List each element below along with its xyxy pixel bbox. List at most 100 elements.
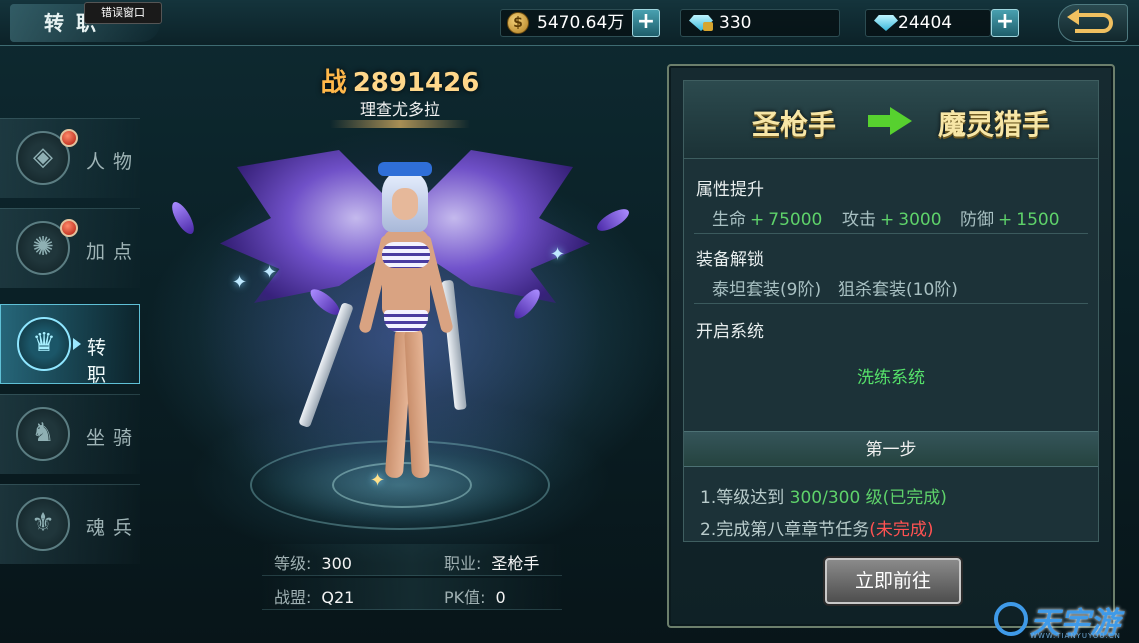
name-ornament bbox=[330, 120, 470, 128]
gold-coin-icon: $ bbox=[507, 12, 529, 34]
back-button[interactable] bbox=[1058, 4, 1128, 42]
add-gold-button[interactable]: + bbox=[632, 9, 660, 37]
attribute-section-title: 属性提升 bbox=[696, 180, 764, 200]
character-leg bbox=[404, 327, 430, 479]
divider bbox=[694, 303, 1088, 304]
attr-plus: + bbox=[880, 210, 895, 230]
sparkle: ✦ bbox=[232, 272, 248, 293]
attr-name: 防御 bbox=[960, 210, 994, 230]
diamond-icon bbox=[874, 15, 898, 31]
sidebar-item-mount[interactable]: ♞ 坐骑 bbox=[0, 394, 140, 474]
top-bar: 转职 错误窗口 $ 5470.64万 + 330 24404 + bbox=[0, 0, 1139, 46]
alert-dot-icon bbox=[60, 129, 78, 147]
target-class: 魔灵猎手 bbox=[938, 108, 1051, 141]
equip-unlock-item: 泰坦套装(9阶) bbox=[712, 280, 822, 300]
stat-guild: 战盟: Q21 bbox=[274, 584, 354, 608]
sidebar-item-label: 魂兵 bbox=[86, 517, 141, 539]
gold-amount: 5470.64万 bbox=[537, 13, 625, 33]
stat-value: 300 bbox=[321, 554, 352, 573]
requirement-status-done: (已完成) bbox=[882, 488, 947, 508]
attr-plus: + bbox=[750, 210, 765, 230]
watermark-url: WWW.TIANYUYOU.CN bbox=[1030, 632, 1121, 640]
class-arrow-head bbox=[890, 107, 912, 135]
requirement-text: 2.完成第八章章节任务 bbox=[700, 520, 870, 540]
sidebar-item-character[interactable]: ◈ 人物 bbox=[0, 118, 140, 198]
character-stats: 等级: 300 职业: 圣枪手 战盟: Q21 PK值: 0 bbox=[262, 544, 562, 614]
attr-value: 75000 bbox=[768, 210, 823, 230]
attr-life: 生命 +75000 bbox=[712, 205, 822, 230]
attr-value: 1500 bbox=[1016, 210, 1060, 230]
attr-attack: 攻击 +3000 bbox=[842, 205, 942, 230]
diamond-currency: 24404 bbox=[865, 9, 991, 37]
requirement-text: 1.等级达到 bbox=[700, 488, 785, 508]
gold-currency: $ 5470.64万 bbox=[500, 9, 635, 37]
alert-dot-icon bbox=[60, 219, 78, 237]
class-change-info: 圣枪手 魔灵猎手 属性提升 生命 +75000 攻击 +3000 防御 +1500 装… bbox=[683, 80, 1099, 542]
attr-defense: 防御 +1500 bbox=[960, 205, 1060, 230]
attr-value: 3000 bbox=[898, 210, 942, 230]
class-arrow-icon bbox=[868, 107, 914, 135]
character-model[interactable] bbox=[358, 162, 454, 500]
stat-value: 圣枪手 bbox=[491, 554, 540, 573]
character-name: 理查尤多拉 bbox=[359, 100, 440, 119]
mount-emblem-icon: ♞ bbox=[16, 407, 70, 461]
character-face bbox=[392, 188, 418, 220]
attr-plus: + bbox=[998, 210, 1013, 230]
requirement-progress: 300/300 bbox=[789, 488, 861, 508]
attr-name: 生命 bbox=[712, 210, 746, 230]
unlocked-system: 洗练系统 bbox=[857, 368, 925, 388]
back-arrow-head-icon bbox=[1067, 9, 1079, 25]
equip-unlock-item: 狙杀套装(10阶) bbox=[838, 280, 958, 300]
step-title: 第一步 bbox=[684, 431, 1098, 467]
sidebar-item-attributes[interactable]: ✺ 加点 bbox=[0, 208, 140, 288]
requirement-level: 1.等级达到 300/300 级(已完成) bbox=[700, 483, 947, 508]
error-window-button[interactable]: 错误窗口 bbox=[84, 2, 162, 24]
class-change-emblem-icon: ♛ bbox=[17, 317, 71, 371]
attr-name: 攻击 bbox=[842, 210, 876, 230]
stat-row: 等级: 300 职业: 圣枪手 bbox=[262, 544, 562, 576]
sparkle: ✦ bbox=[262, 262, 278, 283]
active-pointer-icon bbox=[73, 338, 81, 350]
diamond-amount: 24404 bbox=[898, 13, 953, 33]
sidebar-item-label: 转职 bbox=[87, 337, 115, 386]
sidebar-item-label: 人物 bbox=[86, 151, 141, 173]
equip-section-title: 装备解锁 bbox=[696, 250, 764, 270]
stat-pk: PK值: 0 bbox=[444, 584, 506, 608]
go-now-button[interactable]: 立即前往 bbox=[825, 558, 961, 604]
stat-row: 战盟: Q21 PK值: 0 bbox=[262, 578, 562, 610]
stat-label: PK值: bbox=[444, 588, 486, 607]
sidebar-item-class-change[interactable]: ♛ 转职 bbox=[0, 304, 140, 386]
requirement-status-undone: (未完成) bbox=[869, 520, 934, 540]
requirement-unit: 级 bbox=[865, 488, 883, 508]
sidebar: ◈ 人物 ✺ 加点 ♛ 转职 ♞ 坐骑 ⚜ 魂兵 bbox=[0, 118, 140, 568]
divider bbox=[694, 233, 1088, 234]
combat-power-value: 2891426 bbox=[352, 68, 480, 98]
stat-label: 职业: bbox=[444, 554, 482, 573]
current-class: 圣枪手 bbox=[752, 108, 837, 141]
sparkle: ✦ bbox=[550, 244, 566, 265]
bound-diamond-amount: 330 bbox=[719, 13, 752, 33]
bound-diamond-currency: 330 bbox=[680, 9, 840, 37]
class-banner: 圣枪手 魔灵猎手 bbox=[684, 81, 1098, 159]
stat-label: 等级: bbox=[274, 554, 312, 573]
stat-value: 0 bbox=[495, 588, 506, 607]
sidebar-item-label: 加点 bbox=[86, 241, 141, 263]
sidebar-item-soul-weapon[interactable]: ⚜ 魂兵 bbox=[0, 484, 140, 564]
stat-value: Q21 bbox=[321, 588, 355, 607]
lock-icon bbox=[703, 22, 713, 31]
combat-power-label: 战 bbox=[320, 68, 347, 98]
back-arrow-icon bbox=[1075, 13, 1113, 33]
character-bottom bbox=[384, 310, 428, 332]
character-bow bbox=[378, 162, 432, 176]
stat-label: 战盟: bbox=[274, 588, 312, 607]
feather bbox=[593, 204, 633, 236]
game-screen: 转职 错误窗口 $ 5470.64万 + 330 24404 + ◈ 人物 ✺ … bbox=[0, 0, 1139, 643]
sidebar-item-label: 坐骑 bbox=[86, 427, 141, 449]
class-change-panel: 圣枪手 魔灵猎手 属性提升 生命 +75000 攻击 +3000 防御 +1500 装… bbox=[667, 64, 1115, 628]
stat-class: 职业: 圣枪手 bbox=[444, 550, 539, 574]
soul-weapon-emblem-icon: ⚜ bbox=[16, 497, 70, 551]
combat-power: 战 2891426 bbox=[300, 62, 500, 99]
system-section-title: 开启系统 bbox=[696, 322, 764, 342]
character-top bbox=[382, 242, 430, 268]
add-diamond-button[interactable]: + bbox=[991, 9, 1019, 37]
